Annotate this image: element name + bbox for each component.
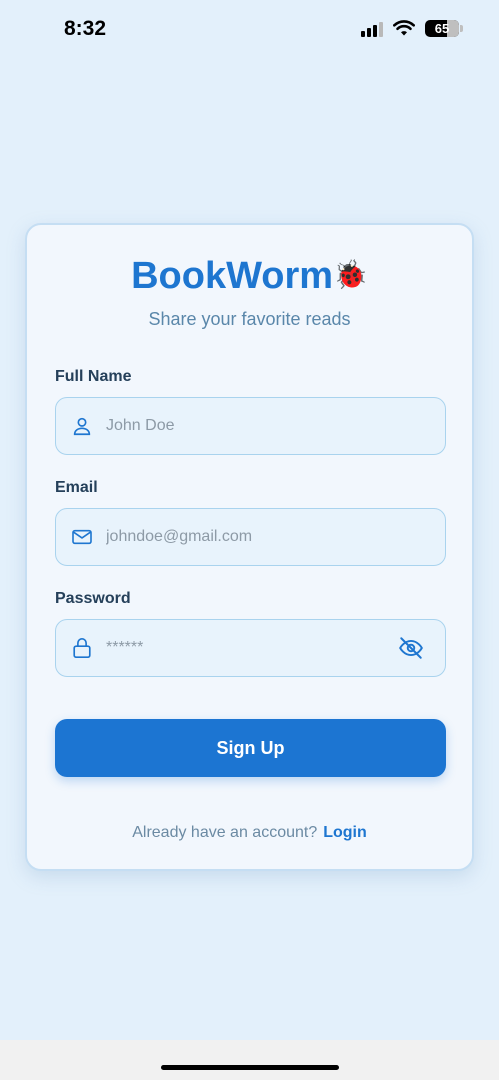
email-field[interactable] <box>55 508 446 566</box>
eye-off-icon[interactable] <box>397 634 425 662</box>
tagline: Share your favorite reads <box>148 309 351 329</box>
login-prompt: Already have an account? Login <box>27 824 472 842</box>
password-input[interactable] <box>106 639 397 657</box>
battery-level: 65 <box>434 21 450 36</box>
signup-card: BookWorm🐞 Share your favorite reads Full… <box>25 223 474 871</box>
lock-icon <box>70 636 94 660</box>
login-link[interactable]: Login <box>323 824 367 841</box>
battery-icon: 65 <box>425 20 463 37</box>
wifi-icon <box>393 20 415 36</box>
full-name-field[interactable] <box>55 397 446 455</box>
login-prompt-text: Already have an account? <box>132 824 318 841</box>
home-indicator[interactable] <box>161 1065 339 1070</box>
status-bar: 8:32 65 <box>0 0 499 60</box>
password-field[interactable] <box>55 619 446 677</box>
full-name-label: Full Name <box>55 368 132 385</box>
status-time: 8:32 <box>64 17 107 40</box>
email-label: Email <box>55 479 98 496</box>
ladybug-icon: 🐞 <box>333 259 368 290</box>
full-name-input[interactable] <box>106 417 445 435</box>
password-label: Password <box>55 590 131 607</box>
user-icon <box>70 414 94 438</box>
app-title: BookWorm🐞 <box>27 255 472 298</box>
mail-icon <box>70 525 94 549</box>
cellular-signal-icon <box>361 21 383 37</box>
sign-up-button[interactable]: Sign Up <box>55 719 446 777</box>
status-icons: 65 <box>361 20 463 37</box>
email-input[interactable] <box>106 528 445 546</box>
home-indicator-area <box>0 1040 499 1080</box>
app-title-text: BookWorm <box>131 255 334 297</box>
